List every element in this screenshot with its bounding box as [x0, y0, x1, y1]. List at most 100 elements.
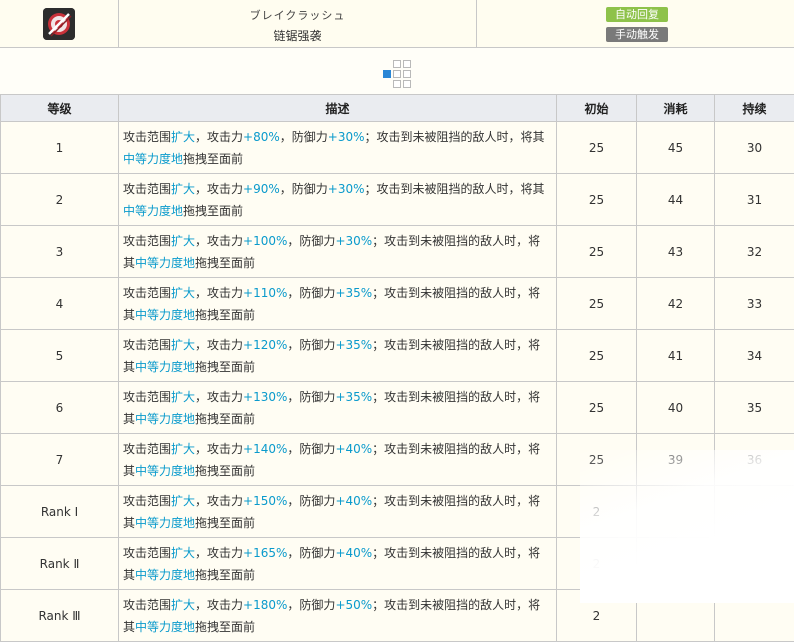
initial-sp-cell: 25 — [557, 278, 637, 330]
pager-cell[interactable] — [403, 80, 411, 88]
desc-text: ，防御力 — [287, 390, 335, 404]
attack-bonus: +110% — [243, 286, 287, 300]
desc-text: 攻击范围 — [123, 494, 171, 508]
description-cell: 攻击范围扩大，攻击力+165%，防御力+40%；攻击到未被阻挡的敌人时，将其中等… — [119, 538, 557, 590]
desc-highlight: 扩大 — [171, 442, 195, 456]
desc-highlight: 中等力度地 — [135, 256, 195, 270]
skill-header: ブレイクラッシュ 链锯强袭 自动回复 手动触发 — [0, 0, 794, 48]
desc-highlight: 中等力度地 — [135, 412, 195, 426]
skill-level-table: 等级 描述 初始 消耗 持续 1攻击范围扩大，攻击力+80%，防御力+30%；攻… — [0, 94, 794, 642]
desc-highlight: 扩大 — [171, 234, 195, 248]
description-cell: 攻击范围扩大，攻击力+110%，防御力+35%；攻击到未被阻挡的敌人时，将其中等… — [119, 278, 557, 330]
description-cell: 攻击范围扩大，攻击力+140%，防御力+40%；攻击到未被阻挡的敌人时，将其中等… — [119, 434, 557, 486]
desc-text: ，防御力 — [287, 442, 335, 456]
defense-bonus: +30% — [328, 130, 365, 144]
desc-highlight: 中等力度地 — [135, 308, 195, 322]
table-row: Rank Ⅰ攻击范围扩大，攻击力+150%，防御力+40%；攻击到未被阻挡的敌人… — [1, 486, 794, 538]
desc-text: 攻击范围 — [123, 546, 171, 560]
skill-name-chinese: 链锯强袭 — [119, 27, 476, 44]
initial-sp-cell: 25 — [557, 382, 637, 434]
desc-highlight: 中等力度地 — [135, 464, 195, 478]
initial-sp-cell: 2 — [557, 538, 637, 590]
attack-bonus: +120% — [243, 338, 287, 352]
desc-text: ，攻击力 — [195, 494, 243, 508]
table-row: 1攻击范围扩大，攻击力+80%，防御力+30%；攻击到未被阻挡的敌人时，将其中等… — [1, 122, 794, 174]
initial-sp-cell: 25 — [557, 226, 637, 278]
description-cell: 攻击范围扩大，攻击力+150%，防御力+40%；攻击到未被阻挡的敌人时，将其中等… — [119, 486, 557, 538]
desc-text: ，防御力 — [287, 338, 335, 352]
desc-highlight: 中等力度地 — [135, 360, 195, 374]
initial-sp-cell: 25 — [557, 174, 637, 226]
pager-cell[interactable] — [403, 70, 411, 78]
desc-text: 攻击范围 — [123, 598, 171, 612]
level-cell: Rank Ⅱ — [1, 538, 119, 590]
description-cell: 攻击范围扩大，攻击力+180%，防御力+50%；攻击到未被阻挡的敌人时，将其中等… — [119, 590, 557, 642]
sp-cost-cell: 44 — [637, 174, 715, 226]
column-header-cost: 消耗 — [637, 95, 715, 122]
desc-highlight: 中等力度地 — [135, 620, 195, 634]
attack-bonus: +165% — [243, 546, 287, 560]
desc-text: ，攻击力 — [195, 390, 243, 404]
desc-text: 拖拽至面前 — [195, 412, 255, 426]
duration-cell: 35 — [715, 382, 794, 434]
table-header-row: 等级 描述 初始 消耗 持续 — [1, 95, 794, 122]
desc-text: 拖拽至面前 — [183, 152, 243, 166]
column-header-level: 等级 — [1, 95, 119, 122]
duration-cell — [715, 538, 794, 590]
defense-bonus: +30% — [328, 182, 365, 196]
desc-text: 攻击范围 — [123, 442, 171, 456]
duration-cell: 31 — [715, 174, 794, 226]
sp-cost-cell — [637, 590, 715, 642]
initial-sp-cell: 2 — [557, 590, 637, 642]
desc-text: ，攻击力 — [195, 598, 243, 612]
pager-cell[interactable] — [393, 80, 401, 88]
sp-recovery-badge: 自动回复 — [606, 7, 668, 22]
desc-text: 攻击范围 — [123, 234, 171, 248]
desc-text: 拖拽至面前 — [195, 308, 255, 322]
level-cell: 1 — [1, 122, 119, 174]
desc-text: ，防御力 — [287, 286, 335, 300]
desc-text: ，攻击力 — [195, 234, 243, 248]
desc-text: ；攻击到未被阻挡的敌人时，将其 — [365, 182, 545, 196]
description-cell: 攻击范围扩大，攻击力+100%，防御力+30%；攻击到未被阻挡的敌人时，将其中等… — [119, 226, 557, 278]
desc-text: ，攻击力 — [195, 546, 243, 560]
desc-text: ；攻击到未被阻挡的敌人时，将其 — [365, 130, 545, 144]
desc-text: ，攻击力 — [195, 182, 243, 196]
desc-text: 拖拽至面前 — [195, 516, 255, 530]
defense-bonus: +30% — [335, 234, 372, 248]
desc-highlight: 扩大 — [171, 338, 195, 352]
level-cell: Rank Ⅲ — [1, 590, 119, 642]
desc-text: 攻击范围 — [123, 390, 171, 404]
table-row: 2攻击范围扩大，攻击力+90%，防御力+30%；攻击到未被阻挡的敌人时，将其中等… — [1, 174, 794, 226]
sp-cost-cell: 42 — [637, 278, 715, 330]
level-cell: 5 — [1, 330, 119, 382]
desc-text: ，防御力 — [287, 234, 335, 248]
attack-bonus: +140% — [243, 442, 287, 456]
table-row: 7攻击范围扩大，攻击力+140%，防御力+40%；攻击到未被阻挡的敌人时，将其中… — [1, 434, 794, 486]
desc-highlight: 扩大 — [171, 598, 195, 612]
level-cell: 7 — [1, 434, 119, 486]
desc-highlight: 扩大 — [171, 130, 195, 144]
duration-cell: 36 — [715, 434, 794, 486]
desc-highlight: 扩大 — [171, 286, 195, 300]
pager-cell[interactable] — [403, 60, 411, 68]
level-cell: 6 — [1, 382, 119, 434]
pager-cell-active[interactable] — [383, 70, 391, 78]
desc-highlight: 中等力度地 — [123, 204, 183, 218]
desc-text: 拖拽至面前 — [195, 360, 255, 374]
desc-highlight: 中等力度地 — [135, 516, 195, 530]
skill-icon-cell — [0, 0, 119, 47]
sp-cost-cell: 40 — [637, 382, 715, 434]
defense-bonus: +40% — [335, 442, 372, 456]
table-row: Rank Ⅱ攻击范围扩大，攻击力+165%，防御力+40%；攻击到未被阻挡的敌人… — [1, 538, 794, 590]
pager-cell[interactable] — [393, 70, 401, 78]
desc-text: 拖拽至面前 — [195, 620, 255, 634]
desc-text: ，防御力 — [287, 598, 335, 612]
attack-bonus: +80% — [243, 130, 280, 144]
sp-cost-cell: 43 — [637, 226, 715, 278]
desc-highlight: 扩大 — [171, 182, 195, 196]
pager-cell[interactable] — [393, 60, 401, 68]
desc-highlight: 扩大 — [171, 494, 195, 508]
chainsaw-skill-icon — [43, 8, 75, 40]
attack-bonus: +130% — [243, 390, 287, 404]
